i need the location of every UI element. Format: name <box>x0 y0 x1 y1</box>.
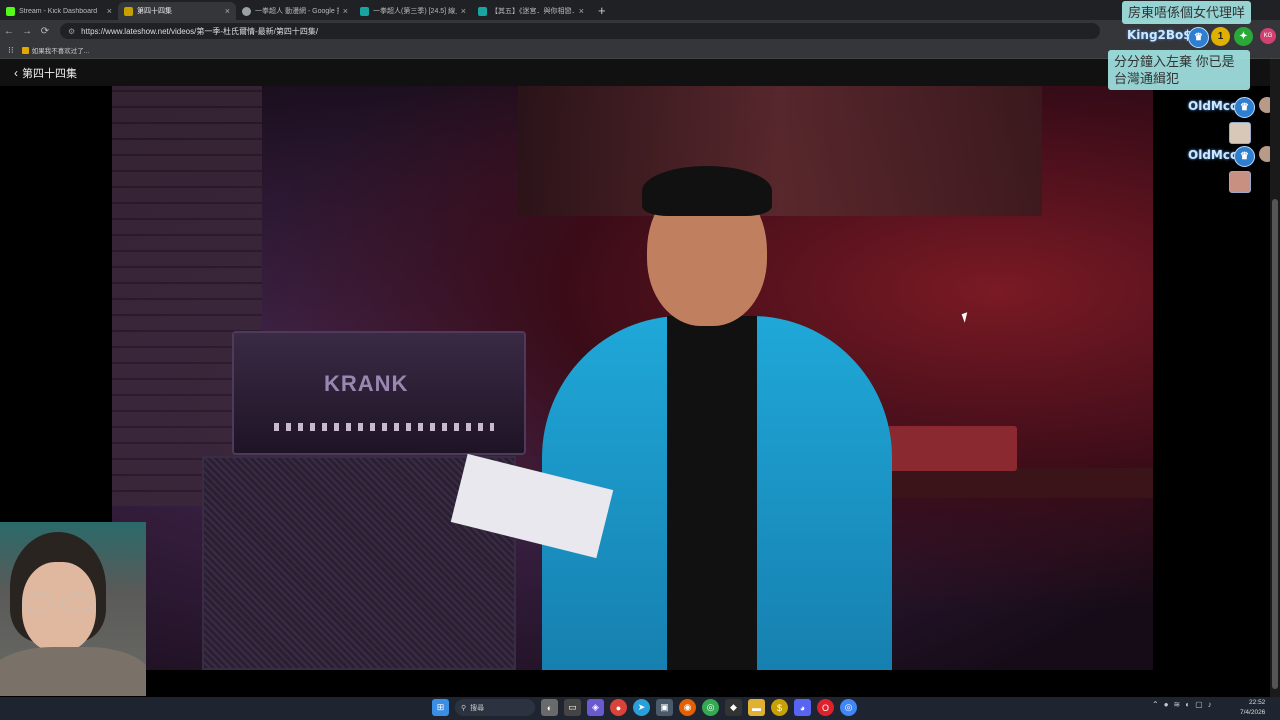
close-icon[interactable]: × <box>579 6 584 16</box>
display-icon[interactable]: ▢ <box>1195 700 1203 709</box>
tab-title: 【其五】《迷宮．與你相戀．》 <box>491 8 575 15</box>
kick-favicon-icon <box>6 6 15 16</box>
browser-toolbar: ← → ⟳ ⚙ https://www.lateshow.net/videos/… <box>0 20 1280 42</box>
taskbar-apps: ⊞ ⚲ 搜尋 ◐ ▭ ◈ ● ➤ ▣ ◉ ◎ ◆ ▬ $ ◕ O ◎ <box>432 699 857 716</box>
apps-grid-icon[interactable]: ⁝⁝ <box>8 45 14 56</box>
tab-title: Stream - Kick Dashboard <box>19 7 98 15</box>
bookmarks-bar: ⁝⁝ 如果我不喜欢过了... <box>0 42 1280 59</box>
chat-username: King2Bo$ <box>1127 28 1192 42</box>
page-title: 第四十四集 <box>22 67 77 80</box>
back-arrow-icon[interactable]: ← <box>0 26 18 37</box>
coin-app-icon[interactable]: $ <box>771 699 788 716</box>
chat-message: 房東唔係個女代理咩 <box>1122 1 1252 24</box>
notification-icon[interactable]: ◐ <box>1185 700 1190 709</box>
amp-knobs <box>274 423 494 431</box>
streamer-body <box>0 647 146 696</box>
url-text: https://www.lateshow.net/videos/第一季-杜氏爾情… <box>81 26 319 36</box>
task-view-icon[interactable]: ▭ <box>564 699 581 716</box>
clock-date: 7/4/2026 <box>1240 709 1266 716</box>
opera-icon[interactable]: O <box>817 699 834 716</box>
reload-icon[interactable]: ⟳ <box>36 26 54 37</box>
network-icon[interactable]: ≋ <box>1174 700 1181 709</box>
teams-icon[interactable]: ◈ <box>587 699 604 716</box>
folder-icon[interactable]: ▬ <box>748 699 765 716</box>
tab-title: 第四十四集 <box>137 8 172 15</box>
red-case <box>887 426 1017 471</box>
google-favicon-icon <box>242 6 251 16</box>
bookmark-favicon-icon <box>21 46 29 54</box>
emote-icon <box>1229 122 1251 144</box>
search-label: 搜尋 <box>470 704 485 712</box>
shelf <box>862 468 1153 498</box>
address-bar[interactable]: ⚙ https://www.lateshow.net/videos/第一季-杜氏… <box>60 23 1100 39</box>
chrome-icon[interactable]: ● <box>610 699 627 716</box>
video-player[interactable]: KRANK <box>112 86 1153 670</box>
site-favicon-icon <box>124 6 133 16</box>
chrome-icon[interactable]: ◎ <box>702 699 719 716</box>
windows-taskbar: ⊞ ⚲ 搜尋 ◐ ▭ ◈ ● ➤ ▣ ◉ ◎ ◆ ▬ $ ◕ O ◎ ⌃ ● ≋… <box>0 697 1280 720</box>
tab-title: 一拳超人 動漫網 - Google 搜尋 <box>255 8 339 15</box>
clock-time: 22:52 <box>1249 699 1266 706</box>
emote-icon <box>1229 171 1251 193</box>
microphone-icon[interactable]: ● <box>1164 700 1169 709</box>
search-icon: ⚲ <box>461 704 467 712</box>
gem-badge-icon: ✦ <box>1234 27 1253 46</box>
host-person <box>542 166 892 670</box>
chat-message: 分分鐘入左棄 你已是台灣通緝犯 <box>1108 50 1250 90</box>
scrollbar-thumb[interactable] <box>1272 199 1278 689</box>
telegram-icon[interactable]: ➤ <box>633 699 650 716</box>
forward-arrow-icon[interactable]: → <box>18 26 36 37</box>
taskbar-search[interactable]: ⚲ 搜尋 <box>455 699 535 716</box>
streamer-webcam <box>0 522 146 696</box>
bookmark-label: 如果我不喜欢过了... <box>31 48 90 55</box>
avatar: KG <box>1260 28 1276 44</box>
taskbar-clock[interactable]: 22:52 7/4/2026 <box>1240 698 1265 718</box>
tab-title: 一拳超人(第三季) [24.5] 線上看 <box>373 8 457 15</box>
bookmark-item[interactable]: 如果我不喜欢过了... <box>21 45 90 55</box>
image-viewer-icon[interactable]: ▣ <box>656 699 673 716</box>
close-icon[interactable]: × <box>225 6 230 16</box>
tab-episode-44[interactable]: 第四十四集 × <box>118 2 236 20</box>
crown-badge-icon: ♛ <box>1188 27 1209 48</box>
glasses-icon <box>22 594 98 612</box>
widgets-icon[interactable]: ◐ <box>541 699 558 716</box>
crown-badge-icon: ♛ <box>1234 97 1255 118</box>
system-tray: ⌃ ● ≋ ◐ ▢ ♪ <box>1152 700 1212 709</box>
number-badge-icon: 1 <box>1211 27 1230 46</box>
chrome-icon[interactable]: ◎ <box>840 699 857 716</box>
site-info-icon[interactable]: ⚙ <box>68 27 75 36</box>
discord-icon[interactable]: ◕ <box>794 699 811 716</box>
plus-icon[interactable]: + <box>590 2 614 20</box>
amplifier-head: KRANK <box>232 331 526 455</box>
page-scrollbar[interactable] <box>1270 59 1280 697</box>
page-header: ‹ 第四十四集 <box>0 59 1270 86</box>
browser-tab-strip: Stream - Kick Dashboard × 第四十四集 × 一拳超人 動… <box>0 0 1280 20</box>
app-icon[interactable]: ◆ <box>725 699 742 716</box>
tab-one-punch-man[interactable]: 一拳超人(第三季) [24.5] 線上看 × <box>354 2 472 20</box>
tab-kick-dashboard[interactable]: Stream - Kick Dashboard × <box>0 2 118 20</box>
chevron-left-icon[interactable]: ‹ <box>14 66 18 80</box>
site-favicon-icon <box>478 6 487 16</box>
close-icon[interactable]: × <box>461 6 466 16</box>
volume-icon[interactable]: ♪ <box>1208 700 1212 709</box>
site-favicon-icon <box>360 6 369 16</box>
close-icon[interactable]: × <box>343 6 348 16</box>
amp-brand-label: KRANK <box>324 371 409 396</box>
close-icon[interactable]: × <box>107 6 112 16</box>
chat-username: OldMcc <box>1188 148 1238 162</box>
crown-badge-icon: ♛ <box>1234 146 1255 167</box>
tab-google-search[interactable]: 一拳超人 動漫網 - Google 搜尋 × <box>236 2 354 20</box>
windows-start-icon[interactable]: ⊞ <box>432 699 449 716</box>
chat-username: OldMcc <box>1188 99 1238 113</box>
mouse-cursor-icon <box>961 312 971 323</box>
firefox-icon[interactable]: ◉ <box>679 699 696 716</box>
chevron-up-icon[interactable]: ⌃ <box>1152 700 1159 709</box>
hair <box>642 166 772 216</box>
tab-labyrinth[interactable]: 【其五】《迷宮．與你相戀．》 × <box>472 2 590 20</box>
